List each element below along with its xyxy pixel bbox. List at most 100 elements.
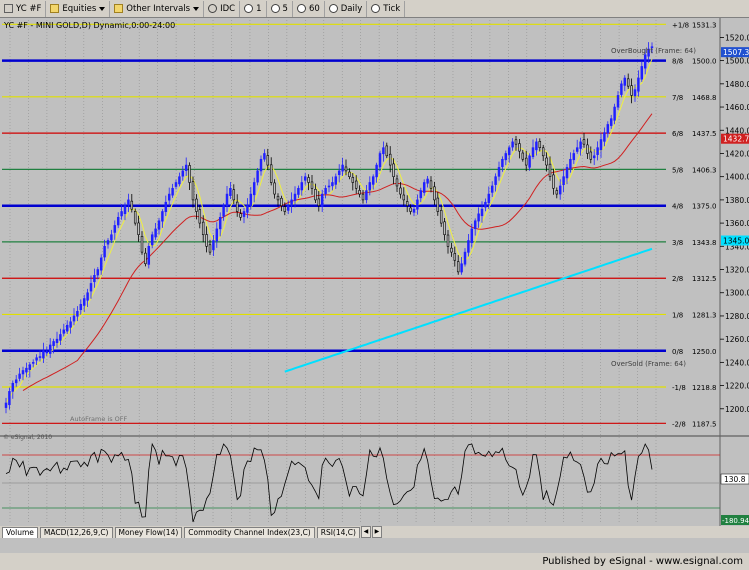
candle-body (25, 367, 28, 373)
tab-macd[interactable]: MACD(12,26,9,C) (39, 526, 113, 538)
candle-body (626, 78, 630, 87)
equities-label: Equities (62, 3, 97, 14)
candle-body (266, 155, 270, 166)
copyright-label: © eSignal, 2010 (3, 434, 52, 441)
axis-tick-label: 1460.0 (725, 103, 749, 112)
murrey-level-name: 3/8 (672, 239, 683, 247)
tab-scroll-left-icon[interactable]: ◀ (360, 526, 371, 538)
tab-cci[interactable]: Commodity Channel Index(23,C) (184, 526, 315, 538)
candle-body (504, 153, 508, 161)
axis-tick-label: 1420.0 (725, 149, 749, 158)
murrey-level-value: 1468.8 (692, 94, 717, 102)
candle-body (630, 85, 633, 96)
interval-60-button[interactable]: 60 (293, 0, 325, 17)
candle-body (127, 199, 130, 206)
tab-volume[interactable]: Volume (2, 526, 38, 538)
candle-body (518, 143, 521, 152)
candle-body (565, 167, 569, 179)
candle-body (269, 164, 273, 183)
candle-body (310, 181, 314, 189)
candle-body (589, 151, 593, 160)
interval-1-button[interactable]: 1 (240, 0, 267, 17)
candle-body (354, 180, 358, 189)
tab-scroll-right-icon[interactable]: ▶ (371, 526, 382, 538)
candle-body (38, 356, 42, 358)
candle-body (113, 225, 117, 233)
candle-body (429, 180, 433, 189)
candle-body (259, 158, 263, 172)
axis-tick-label: 1200.0 (725, 405, 749, 414)
axis-tick-label: 1380.0 (725, 196, 749, 205)
candle-body (501, 158, 504, 168)
candle-body (195, 198, 198, 212)
interval-menu[interactable]: Other Intervals (110, 0, 205, 17)
interval-tick-button[interactable]: Tick (367, 0, 406, 17)
candle-body (331, 182, 334, 187)
candle-body (8, 391, 11, 406)
candle-body (297, 187, 300, 195)
axis-tick-label: 1520.0 (725, 33, 749, 42)
axis-tick-label: 1480.0 (725, 80, 749, 89)
symbol-selector[interactable]: YC #F (0, 0, 47, 17)
chevron-down-icon (99, 6, 106, 14)
candle-body (412, 208, 416, 213)
candle-body (205, 234, 208, 247)
candle-body (14, 379, 18, 384)
candle-body (443, 221, 446, 236)
candle-body (144, 252, 147, 265)
candle-body (453, 253, 457, 261)
axis-tick-label: 1280.0 (725, 312, 749, 321)
interval-daily-button[interactable]: Daily (325, 0, 368, 17)
candle-body (273, 182, 276, 195)
idc-button[interactable]: IDC (204, 0, 241, 17)
equities-menu[interactable]: Equities (46, 0, 111, 17)
candle-body (167, 193, 171, 201)
candle-body (4, 402, 8, 408)
candle-body (436, 197, 440, 212)
murrey-level-name: 1/8 (672, 311, 683, 319)
axis-tick-label: 1300.0 (725, 289, 749, 298)
candle-body (494, 176, 497, 185)
candle-body (490, 185, 494, 193)
candle-body (433, 186, 436, 201)
candle-body (334, 176, 338, 185)
published-label: Published by eSignal - www.esignal.com (542, 556, 743, 567)
candle-body (201, 221, 205, 236)
candle-body (521, 152, 525, 160)
candle-body (395, 178, 399, 187)
candle-body (307, 177, 310, 183)
symbol-label: YC #F (16, 3, 42, 14)
interval-5-button[interactable]: 5 (267, 0, 293, 17)
murrey-level-value: 1437.5 (692, 130, 717, 138)
candle-body (154, 228, 157, 238)
candle-body (599, 139, 603, 151)
candle-body (572, 153, 576, 161)
candle-body (157, 220, 161, 230)
price-cyan-tag: 1345.0 (723, 237, 749, 246)
candle-body (76, 311, 79, 317)
clock-icon (270, 4, 280, 13)
candle-body (439, 210, 443, 224)
candle-body (484, 201, 487, 208)
tab-rsi[interactable]: RSI(14,C) (316, 526, 360, 538)
candle-body (286, 205, 290, 211)
tab-money-flow[interactable]: Money Flow(14) (114, 526, 183, 538)
symbol-icon (4, 4, 13, 13)
candle-body (487, 193, 491, 204)
candle-body (371, 176, 375, 185)
candle-body (341, 164, 344, 172)
chart-background (0, 18, 749, 526)
murrey-level-name: 5/8 (672, 166, 683, 174)
price-chart[interactable]: +1/8 1531.3 8/8 1500.0 7/8 1468.8 6/8 1437.5 5/8… (0, 18, 749, 526)
candle-body (300, 182, 304, 191)
candle-body (208, 244, 212, 253)
candle-body (392, 163, 395, 177)
candle-body (419, 190, 423, 199)
candle-body (222, 205, 225, 217)
murrey-level-name: 0/8 (672, 348, 683, 356)
candle-body (317, 198, 321, 206)
murrey-level-name: -1/8 (672, 384, 686, 392)
candle-body (239, 213, 242, 218)
candle-body (382, 147, 385, 155)
candle-body (422, 182, 426, 193)
